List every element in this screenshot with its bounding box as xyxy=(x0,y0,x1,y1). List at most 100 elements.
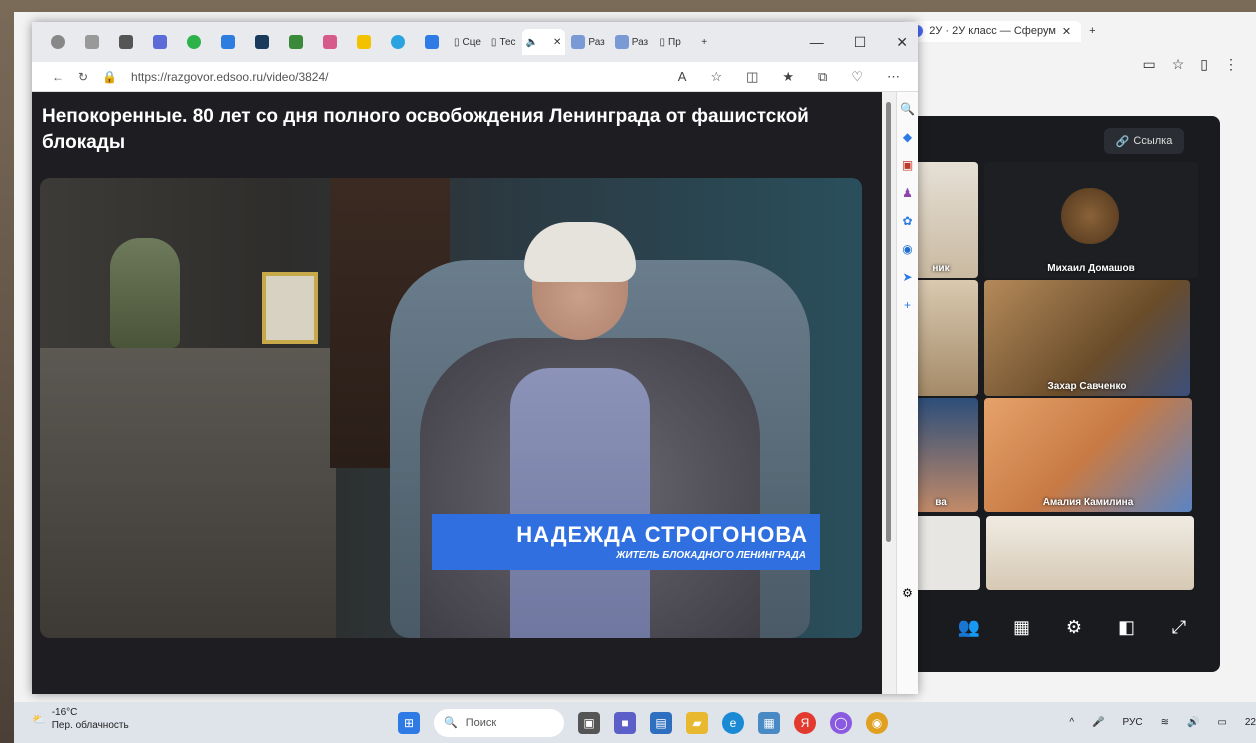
outlook-icon[interactable]: ◉ xyxy=(902,242,912,256)
link-icon: 🔗 xyxy=(1115,135,1130,148)
gear-icon[interactable]: ⚙ xyxy=(1059,617,1089,638)
read-aloud-icon[interactable]: A xyxy=(678,69,687,85)
tab[interactable] xyxy=(246,29,278,55)
site-icon xyxy=(153,35,167,49)
windows-start-icon[interactable]: ⊞ xyxy=(398,711,420,734)
tab[interactable]: ▯ Тес xyxy=(487,29,520,55)
participant-tile[interactable] xyxy=(986,516,1194,590)
video-player[interactable]: НАДЕЖДА СТРОГОНОВА ЖИТЕЛЬ БЛОКАДНОГО ЛЕН… xyxy=(40,178,862,638)
add-icon[interactable]: + xyxy=(904,298,911,312)
site-icon xyxy=(571,35,586,49)
back-icon[interactable]: ← xyxy=(52,70,64,84)
tab[interactable]: ▯ Сце xyxy=(450,29,485,55)
screen: ✕ 2У · 2У класс — Сферум ✕ + ▭ ☆ ▯ ⋮ 🔗 С… xyxy=(14,12,1256,743)
tab[interactable]: Раз xyxy=(611,29,652,55)
star-icon[interactable]: ☆ xyxy=(1172,56,1185,73)
tab[interactable] xyxy=(110,29,142,55)
tab[interactable] xyxy=(212,29,244,55)
teams-icon[interactable]: ■ xyxy=(614,711,636,734)
participant-tile[interactable]: Михаил Домашов xyxy=(984,162,1198,278)
language-indicator[interactable]: РУС xyxy=(1123,717,1143,728)
alice-icon[interactable]: ◯ xyxy=(830,711,852,734)
camera-icon[interactable]: ▭ xyxy=(1142,56,1155,73)
wifi-icon[interactable]: ≋ xyxy=(1161,717,1169,728)
star-icon[interactable]: ☆ xyxy=(710,69,722,85)
tab[interactable]: ▯ Пр xyxy=(654,29,686,55)
lock-icon[interactable]: 🔒 xyxy=(102,70,117,84)
split-screen-icon[interactable]: ◫ xyxy=(746,69,758,85)
gear-icon[interactable]: ⚙ xyxy=(902,586,913,600)
bg-tab-sferum[interactable]: 2У · 2У класс — Сферум ✕ xyxy=(901,20,1082,42)
layout-icon[interactable]: ▦ xyxy=(1007,617,1037,638)
participant-tile[interactable]: Амалия Камилина xyxy=(984,398,1192,512)
new-tab-icon[interactable]: + xyxy=(1089,25,1095,37)
copilot-icon[interactable]: ✿ xyxy=(902,214,912,228)
address-actions: A ☆ ◫ ★ ⧉ ♡ ⋯ xyxy=(678,69,900,85)
tag-icon[interactable]: ◆ xyxy=(903,130,912,144)
collections-icon[interactable]: ⧉ xyxy=(818,69,827,85)
menu-icon[interactable]: ⋮ xyxy=(1224,56,1238,73)
new-tab-button[interactable]: + xyxy=(688,29,720,55)
screen-icon[interactable]: ◧ xyxy=(1112,617,1142,638)
page-icon: ▯ xyxy=(454,36,460,48)
more-icon[interactable]: ⋯ xyxy=(887,69,900,85)
clock[interactable]: 22 xyxy=(1245,717,1256,728)
people-icon[interactable]: ♟ xyxy=(902,186,913,200)
link-button[interactable]: 🔗 Ссылка xyxy=(1104,128,1184,154)
edge-icon[interactable]: e xyxy=(722,711,744,734)
url-field[interactable]: https://razgovor.edsoo.ru/video/3824/ xyxy=(131,70,328,84)
minimize-icon[interactable]: — xyxy=(810,34,824,50)
window-controls: — ☐ ✕ xyxy=(810,22,908,62)
tab[interactable] xyxy=(178,29,210,55)
tab[interactable] xyxy=(416,29,448,55)
bg-address-bar: ▭ ☆ ▯ ⋮ xyxy=(904,48,1256,80)
taskbar-search[interactable]: 🔍 Поиск xyxy=(434,708,564,737)
favorites-icon[interactable]: ★ xyxy=(782,69,794,85)
participants-icon[interactable]: 👥 xyxy=(954,617,984,638)
tab[interactable]: Раз xyxy=(567,29,608,55)
search-placeholder: Поиск xyxy=(465,716,497,729)
search-icon[interactable]: 🔍 xyxy=(900,102,915,116)
weather-widget[interactable]: ⛅ -16°C Пер. облачность xyxy=(32,706,129,732)
close-icon[interactable]: ✕ xyxy=(896,34,908,51)
toolbox-icon[interactable]: ▣ xyxy=(902,158,913,172)
tab[interactable] xyxy=(314,29,346,55)
battery-icon[interactable]: ▭ xyxy=(1217,717,1226,728)
participant-tile[interactable]: Захар Савченко xyxy=(984,280,1190,396)
chrome-icon[interactable]: ◉ xyxy=(866,711,888,734)
maximize-icon[interactable]: ☐ xyxy=(854,34,867,51)
store-icon[interactable]: ▤ xyxy=(650,711,672,734)
tab[interactable] xyxy=(76,29,108,55)
avatar-icon xyxy=(51,35,65,49)
calendar-icon xyxy=(323,35,337,49)
picture-frame xyxy=(262,272,318,344)
tab[interactable] xyxy=(280,29,312,55)
tab[interactable] xyxy=(144,29,176,55)
volume-icon[interactable]: 🔊 xyxy=(1187,717,1199,728)
close-icon[interactable]: ✕ xyxy=(553,37,561,48)
scrollbar-thumb[interactable] xyxy=(886,102,891,542)
tab[interactable] xyxy=(382,29,414,55)
active-tab[interactable]: 🔈 ✕ xyxy=(521,29,566,55)
send-icon[interactable]: ➤ xyxy=(902,270,912,284)
app-icon[interactable]: ▦ xyxy=(758,711,780,734)
yandex-icon[interactable]: Я xyxy=(794,711,816,734)
address-bar: ← ↻ 🔒 https://razgovor.edsoo.ru/video/38… xyxy=(32,62,918,92)
whatsapp-icon xyxy=(187,35,201,49)
workspaces-icon xyxy=(85,35,99,49)
dresser xyxy=(40,348,336,638)
sidebar-icon[interactable]: ▯ xyxy=(1200,56,1208,73)
extensions-icon[interactable]: ♡ xyxy=(851,69,863,85)
folder-icon[interactable]: ▰ xyxy=(686,711,708,734)
fullscreen-icon[interactable]: ⤢ xyxy=(1164,617,1194,638)
close-icon[interactable]: ✕ xyxy=(1062,25,1071,38)
chevron-up-icon[interactable]: ^ xyxy=(1069,717,1074,728)
telegram-icon xyxy=(391,35,405,49)
refresh-icon[interactable]: ↻ xyxy=(78,70,88,84)
call-controls: 👥 ▦ ⚙ ◧ ⤢ xyxy=(954,612,1194,642)
scrollbar[interactable] xyxy=(882,92,896,694)
microphone-icon[interactable]: 🎤 xyxy=(1092,717,1104,728)
tab[interactable] xyxy=(348,29,380,55)
task-view-icon[interactable]: ▣ xyxy=(578,711,600,734)
profile-tab[interactable] xyxy=(42,29,74,55)
